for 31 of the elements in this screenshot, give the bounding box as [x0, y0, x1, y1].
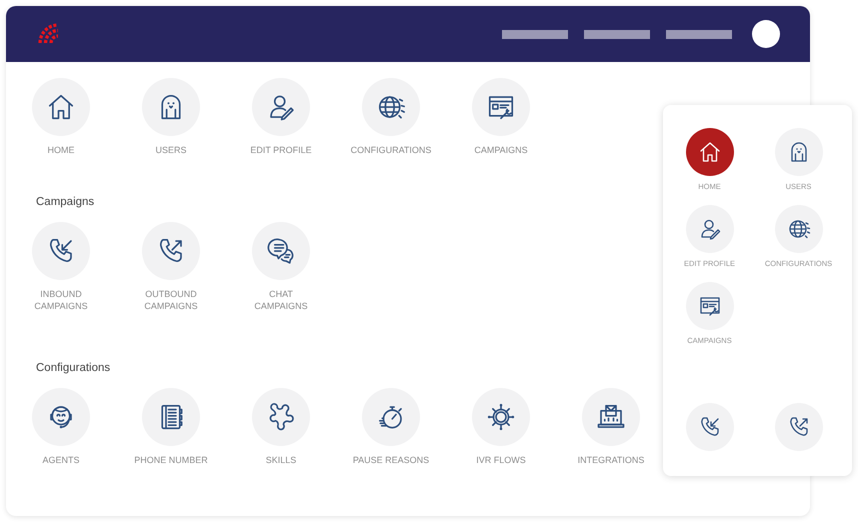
tile-label: OUTBOUND CAMPAIGNS: [144, 288, 198, 312]
tile-label: HOME: [48, 144, 74, 156]
menu-tile-button[interactable]: [774, 205, 822, 253]
nav-placeholder[interactable]: [584, 30, 650, 38]
tile-label: AGENTS: [42, 454, 80, 466]
tile-label: IVR FLOWS: [476, 454, 526, 466]
menu-tile-button[interactable]: [774, 403, 822, 451]
menu-tile-button[interactable]: [686, 403, 734, 451]
menu-tile-button[interactable]: [774, 128, 822, 176]
tile-label: INTEGRATIONS: [578, 454, 644, 466]
tile-label: CONFIGURATIONS: [350, 144, 432, 156]
section-heading: Configurations: [36, 362, 112, 374]
nav-placeholder[interactable]: [666, 30, 732, 38]
tile-label: CAMPAIGNS: [474, 144, 528, 156]
tile-label: PHONE NUMBER: [134, 454, 208, 466]
tile-label: USERS: [155, 144, 186, 156]
tile-label: SKILLS: [266, 454, 296, 466]
tile-label: PAUSE REASONS: [352, 454, 430, 466]
tile-label: CHAT CAMPAIGNS: [254, 288, 308, 312]
avatar[interactable]: [752, 20, 780, 48]
house-icon: [698, 140, 722, 164]
chat-bubbles-icon: [266, 236, 296, 266]
menu-tile-button[interactable]: [686, 128, 734, 176]
tile-label: INBOUND CAMPAIGNS: [34, 288, 88, 312]
nav-placeholder[interactable]: [502, 30, 568, 38]
tile-label: EDIT PROFILE: [250, 144, 312, 156]
menu-tile-button[interactable]: [686, 205, 734, 253]
menu-tile-button[interactable]: [686, 282, 734, 330]
house-icon: [46, 92, 76, 122]
logo-icon: [38, 23, 60, 45]
section-heading: Campaigns: [36, 196, 96, 208]
